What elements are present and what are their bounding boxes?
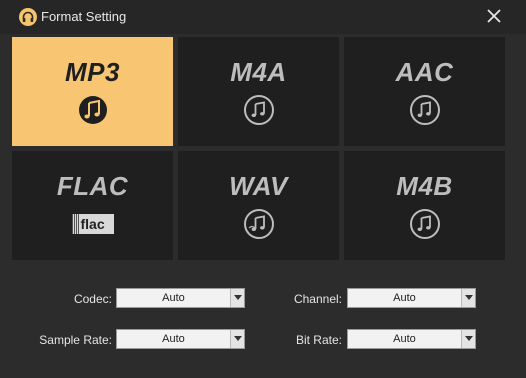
chevron-down-icon <box>461 289 475 307</box>
format-label: FLAC <box>56 171 129 201</box>
format-label: M4A <box>230 57 287 87</box>
channel-value: Auto <box>393 292 416 304</box>
codec-value: Auto <box>162 292 185 304</box>
music-note-icon <box>409 95 440 125</box>
format-label: AAC <box>395 57 454 87</box>
music-note-icon <box>78 96 107 124</box>
close-icon <box>487 9 501 23</box>
close-button[interactable] <box>484 6 504 26</box>
title-bar: Format Setting <box>0 0 526 34</box>
codec-select[interactable]: Auto <box>116 288 245 308</box>
bit-rate-label: Bit Rate: <box>295 333 342 347</box>
codec-label: Codec: <box>73 292 112 306</box>
bit-rate-value: Auto <box>393 333 416 345</box>
format-tile-m4a[interactable]: M4A <box>178 37 339 146</box>
channel-label: Channel: <box>293 292 342 306</box>
channel-select[interactable]: Auto <box>347 288 476 308</box>
format-tile-wav[interactable]: WAV <box>178 151 339 260</box>
sample-rate-value: Auto <box>162 333 185 345</box>
format-setting-window: Format Setting MP3 M4A AAC FLAC flac WAV… <box>0 0 526 378</box>
format-tile-m4b[interactable]: M4B <box>344 151 505 260</box>
music-note-icon <box>243 209 274 239</box>
sample-rate-select[interactable]: Auto <box>116 329 245 349</box>
settings-panel: Codec: Auto Channel: Auto Sample Rate: A… <box>12 265 505 373</box>
sample-rate-label: Sample Rate: <box>39 333 112 347</box>
format-tile-mp3[interactable]: MP3 <box>12 37 173 146</box>
chevron-down-icon <box>461 330 475 348</box>
flac-icon: flac <box>71 214 114 234</box>
format-tile-aac[interactable]: AAC <box>344 37 505 146</box>
flac-icon-text: flac <box>80 216 105 232</box>
window-title: Format Setting <box>41 9 127 24</box>
headphones-icon <box>19 8 37 26</box>
bit-rate-select[interactable]: Auto <box>347 329 476 349</box>
format-grid: MP3 M4A AAC FLAC flac WAV M4B <box>12 37 505 263</box>
format-label: MP3 <box>65 57 120 87</box>
format-tile-flac[interactable]: FLAC flac <box>12 151 173 260</box>
music-note-icon <box>243 95 274 125</box>
format-label: WAV <box>229 171 288 201</box>
format-label: M4B <box>396 171 453 201</box>
music-note-icon <box>409 209 440 239</box>
